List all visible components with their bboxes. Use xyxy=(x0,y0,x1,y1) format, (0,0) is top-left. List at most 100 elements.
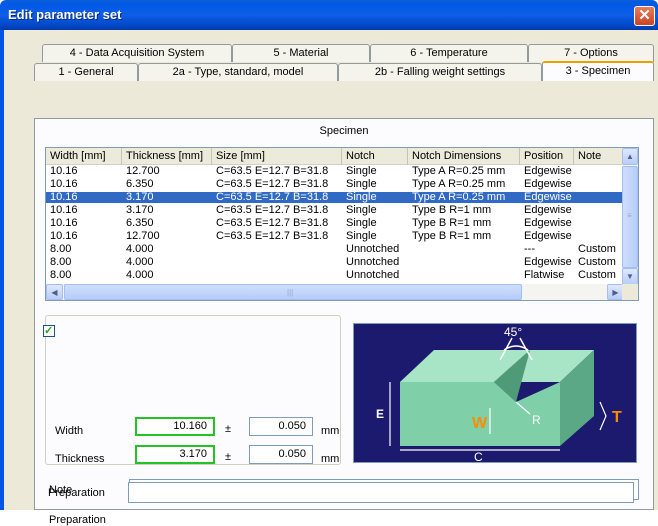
scroll-hgrip-icon: ||| xyxy=(287,288,294,297)
table-row[interactable]: 10.16 6.350 C=63.5 E=12.7 B=31.8 Single Type… xyxy=(46,179,624,190)
specimen-list[interactable]: Width [mm] Thickness [mm] Size [mm] Notc… xyxy=(45,147,639,301)
cell-position: Edgewise xyxy=(524,257,572,268)
cell-size: C=63.5 E=12.7 B=31.8 xyxy=(216,179,329,190)
cell-notch: Single xyxy=(346,218,377,229)
tab-label: 2b - Falling weight settings xyxy=(374,66,506,78)
table-row[interactable]: 8.00 4.000 Unnotched Flatwise Custom xyxy=(46,270,624,281)
c-label: C xyxy=(474,450,483,464)
table-row[interactable]: 10.16 12.700 C=63.5 E=12.7 B=31.8 Single Typ… xyxy=(46,231,624,242)
width-label: Width xyxy=(55,425,84,437)
cell-notch: Single xyxy=(346,231,377,242)
scroll-right-icon: ▶ xyxy=(612,288,619,297)
scroll-down-button[interactable]: ▼ xyxy=(622,268,638,285)
w-label: W xyxy=(472,415,488,432)
cell-note: Custom xyxy=(578,257,616,268)
cell-notch: Unnotched xyxy=(346,257,400,268)
horizontal-scroll-thumb[interactable]: ||| xyxy=(64,284,522,300)
cell-position: Edgewise xyxy=(524,192,572,203)
cell-notch: Unnotched xyxy=(346,244,400,255)
cell-notch: Single xyxy=(346,179,377,190)
title-bar: Edit parameter set ✕ xyxy=(0,0,658,30)
column-header-notch-dimensions[interactable]: Notch Dimensions xyxy=(408,148,520,165)
tab-data-acquisition-system[interactable]: 4 - Data Acquisition System xyxy=(42,44,232,62)
cell-notch: Unnotched xyxy=(346,270,400,281)
cell-width: 8.00 xyxy=(50,270,72,281)
tab-label: 1 - General xyxy=(58,66,114,78)
cell-thickness: 3.170 xyxy=(126,205,154,216)
column-header-note[interactable]: Note xyxy=(574,148,624,165)
vertical-scrollbar[interactable]: ▲ ≡ ▼ xyxy=(622,148,638,285)
cell-note: Custom xyxy=(578,270,616,281)
close-button[interactable]: ✕ xyxy=(634,6,655,26)
cell-size xyxy=(212,244,342,255)
tab-falling-weight-settings[interactable]: 2b - Falling weight settings xyxy=(338,63,542,81)
cell-note xyxy=(574,179,624,190)
cell-size xyxy=(212,270,342,281)
cell-width: 8.00 xyxy=(50,244,72,255)
column-header-notch[interactable]: Notch xyxy=(342,148,408,165)
tab-material[interactable]: 5 - Material xyxy=(232,44,370,62)
thickness-input[interactable]: 3.170 xyxy=(135,445,215,464)
thickness-unit: mm xyxy=(321,453,340,465)
width-input[interactable]: 10.160 xyxy=(135,417,215,436)
dimensions-enable-checkbox[interactable]: ✓ xyxy=(43,325,55,337)
tab-label: 3 - Specimen xyxy=(565,65,631,77)
vertical-scroll-thumb[interactable]: ≡ xyxy=(622,166,638,268)
preparation-input[interactable] xyxy=(128,482,634,503)
table-row[interactable]: 10.16 12.700 C=63.5 E=12.7 B=31.8 Single Typ… xyxy=(46,166,624,177)
scroll-up-button[interactable]: ▲ xyxy=(622,148,638,165)
tab-general[interactable]: 1 - General xyxy=(34,63,138,81)
cell-thickness: 12.700 xyxy=(126,231,160,242)
cell-notch-dimensions: Type B R=1 mm xyxy=(412,205,492,216)
scroll-down-icon: ▼ xyxy=(626,272,634,281)
thickness-plus-minus: ± xyxy=(225,451,232,463)
cell-position: Edgewise xyxy=(524,166,572,177)
column-header-width[interactable]: Width [mm] xyxy=(46,148,122,165)
cell-note xyxy=(574,205,624,216)
t-bracket xyxy=(599,401,607,431)
table-row[interactable]: 8.00 4.000 Unnotched --- Custom xyxy=(46,244,624,255)
tab-temperature[interactable]: 6 - Temperature xyxy=(370,44,528,62)
table-row[interactable]: 10.16 3.170 C=63.5 E=12.7 B=31.8 Single Type… xyxy=(46,192,624,203)
cell-note xyxy=(574,218,624,229)
preparation-label-visible: Preparation xyxy=(48,487,105,499)
horizontal-scrollbar[interactable]: ◀ ||| ▶ xyxy=(46,284,624,300)
cell-position: Edgewise xyxy=(524,218,572,229)
scroll-left-icon: ◀ xyxy=(51,288,58,297)
cell-size: C=63.5 E=12.7 B=31.8 xyxy=(216,218,329,229)
cell-notch-dimensions xyxy=(408,270,520,281)
cell-note: Custom xyxy=(578,244,616,255)
notched-specimen-illustration: 45° E W R T C xyxy=(376,325,622,464)
thickness-tolerance-input[interactable]: 0.050 xyxy=(249,445,313,464)
close-icon: ✕ xyxy=(638,7,651,24)
tab-options[interactable]: 7 - Options xyxy=(528,44,654,62)
tab-specimen[interactable]: 3 - Specimen xyxy=(542,61,654,81)
width-tolerance-input[interactable]: 0.050 xyxy=(249,417,313,436)
table-row[interactable]: 10.16 6.350 C=63.5 E=12.7 B=31.8 Single Type… xyxy=(46,218,624,229)
cell-width: 8.00 xyxy=(50,257,72,268)
column-header-size[interactable]: Size [mm] xyxy=(212,148,342,165)
cell-thickness: 4.000 xyxy=(126,244,154,255)
cell-notch-dimensions xyxy=(408,244,520,255)
cell-width: 10.16 xyxy=(50,192,78,203)
cell-notch-dimensions: Type B R=1 mm xyxy=(412,218,492,229)
cell-size: C=63.5 E=12.7 B=31.8 xyxy=(216,231,329,242)
thickness-label: Thickness xyxy=(55,453,105,465)
tab-type-standard-model[interactable]: 2a - Type, standard, model xyxy=(138,63,338,81)
column-header-position[interactable]: Position xyxy=(520,148,574,165)
width-plus-minus: ± xyxy=(225,423,232,435)
scroll-corner xyxy=(622,284,638,300)
scroll-left-button[interactable]: ◀ xyxy=(46,284,63,300)
cell-size: C=63.5 E=12.7 B=31.8 xyxy=(216,205,329,216)
cell-position: Edgewise xyxy=(524,231,572,242)
cell-width: 10.16 xyxy=(50,179,78,190)
table-row[interactable]: 10.16 3.170 C=63.5 E=12.7 B=31.8 Single Type… xyxy=(46,205,624,216)
cell-thickness: 4.000 xyxy=(126,257,154,268)
cell-thickness: 6.350 xyxy=(126,179,154,190)
cell-size xyxy=(212,257,342,268)
column-header-thickness[interactable]: Thickness [mm] xyxy=(122,148,212,165)
angle-label: 45° xyxy=(504,325,522,339)
list-header: Width [mm] Thickness [mm] Size [mm] Notc… xyxy=(46,148,624,165)
table-row[interactable]: 8.00 4.000 Unnotched Edgewise Custom xyxy=(46,257,624,268)
window-title: Edit parameter set xyxy=(8,7,122,22)
